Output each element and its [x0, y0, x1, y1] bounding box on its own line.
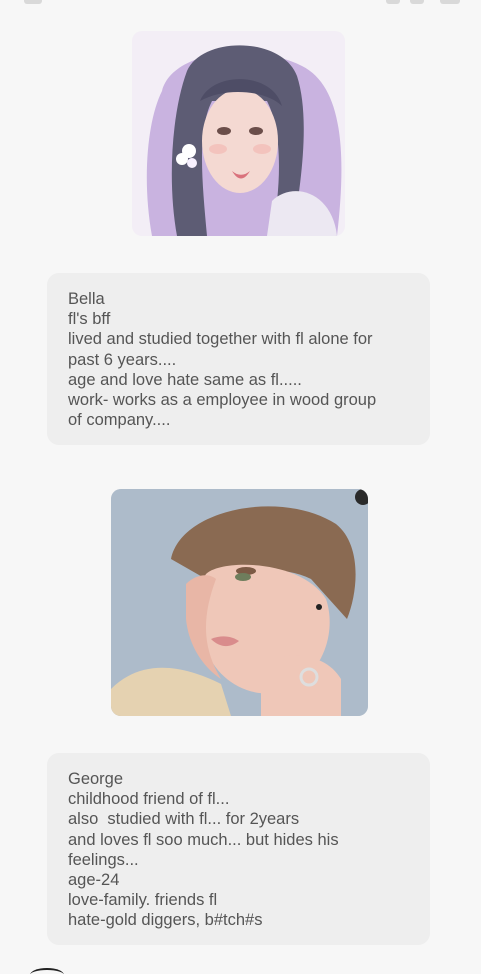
battery-icon	[440, 0, 460, 4]
george-name-line: George	[68, 770, 124, 788]
bella-work-line: work- works as a employee in wood group	[68, 391, 377, 410]
george-love-line-2: feelings...	[68, 850, 139, 869]
bella-avatar-image[interactable]	[132, 31, 345, 236]
message-bubble-george[interactable]: George childhood friend of fl... also st…	[47, 753, 430, 945]
george-avatar-image[interactable]	[111, 489, 368, 716]
george-love-line: and loves fl soo much... but hides his	[68, 830, 339, 849]
signal-icon	[386, 0, 400, 4]
portrait-illustration-woman-icon	[132, 31, 345, 236]
portrait-illustration-man-icon	[111, 489, 368, 716]
bella-history-line-2: past 6 years....	[68, 350, 177, 369]
bella-age-line: age and love hate same as fl.....	[68, 370, 302, 389]
george-study-line: also studied with fl... for 2years	[68, 810, 300, 829]
george-age-line: age-24	[68, 871, 120, 890]
message-bubble-bella[interactable]: Bella fl's bff lived and studied togethe…	[47, 273, 430, 445]
status-time-fragment	[24, 0, 42, 4]
status-bar	[0, 0, 481, 6]
chat-screen: Bella fl's bff lived and studied togethe…	[0, 0, 481, 974]
bella-history-line: lived and studied together with fl alone…	[68, 330, 373, 349]
bella-work-line-2: of company....	[68, 411, 171, 430]
bella-role-line: fl's bff	[68, 310, 111, 329]
bella-name-line: Bella	[68, 290, 105, 308]
george-role-line: childhood friend of fl...	[68, 790, 230, 809]
wifi-icon	[410, 0, 424, 4]
george-likes-line: love-family. friends fl	[68, 891, 218, 910]
next-avatar-fragment	[30, 968, 64, 974]
george-hates-line: hate-gold diggers, b#tch#s	[68, 911, 263, 930]
